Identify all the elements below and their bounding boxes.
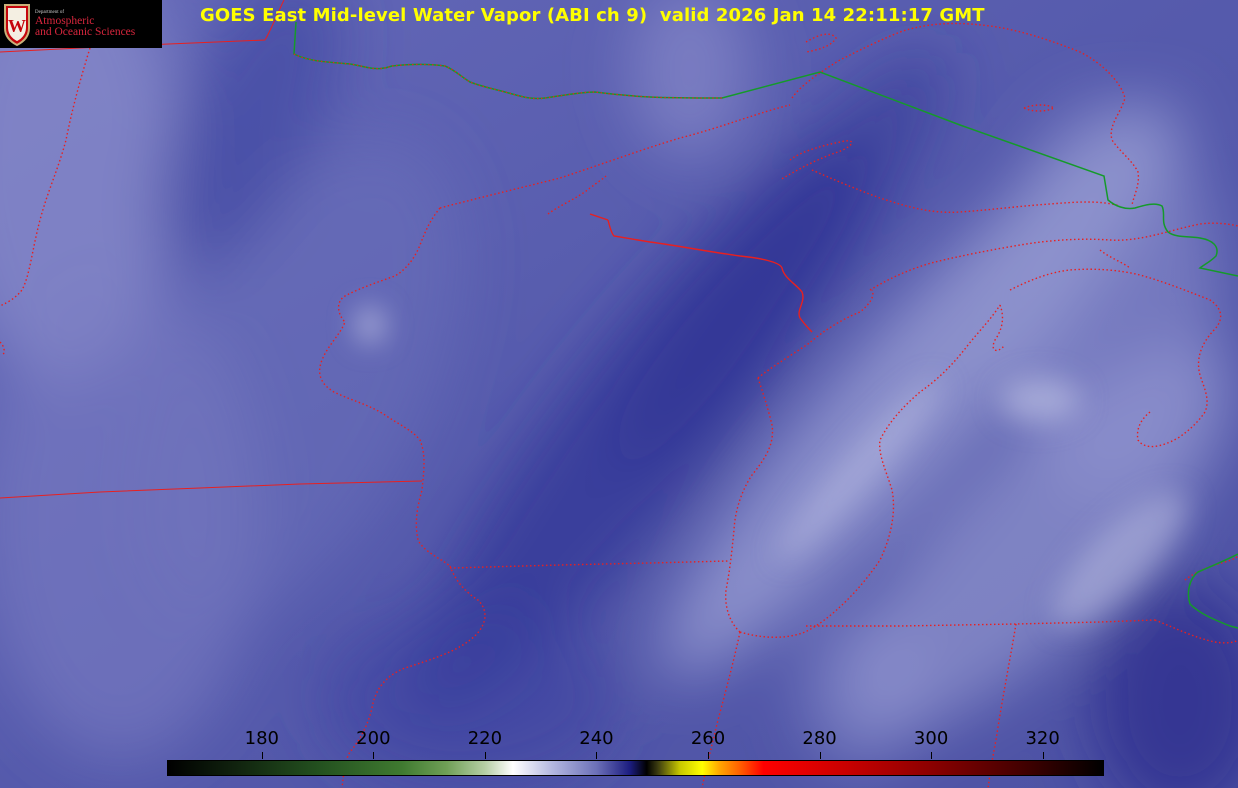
colorbar-tick-mark bbox=[484, 752, 486, 759]
uw-crest-icon: W bbox=[4, 4, 30, 46]
image-title: GOES East Mid-level Water Vapor (ABI ch … bbox=[200, 5, 985, 26]
aos-logo: W Department of Atmospheric and Oceanic … bbox=[0, 0, 162, 48]
svg-text:W: W bbox=[8, 16, 26, 36]
logo-dept: Department of bbox=[35, 9, 65, 15]
colorbar-tick-mark bbox=[1042, 752, 1044, 759]
colorbar-ticks: 180 200 220 240 260 280 300 320 bbox=[0, 728, 1238, 759]
logo-line-2: and Oceanic Sciences bbox=[35, 26, 136, 38]
colorbar-tick-mark bbox=[708, 752, 709, 759]
logo-text: Department of Atmospheric and Oceanic Sc… bbox=[35, 10, 135, 39]
colorbar-tick-mark bbox=[261, 752, 263, 759]
colorbar-tick-label: 260 bbox=[690, 728, 726, 749]
colorbar-tick-label: 300 bbox=[913, 728, 949, 749]
water-vapor-image bbox=[0, 0, 1238, 788]
colorbar-tick-mark bbox=[931, 752, 933, 759]
colorbar-tick-label: 220 bbox=[467, 728, 503, 749]
satellite-map: W Department of Atmospheric and Oceanic … bbox=[0, 0, 1238, 788]
colorbar-tick-label: 180 bbox=[244, 728, 279, 749]
colorbar bbox=[167, 760, 1104, 776]
colorbar-tick-mark bbox=[819, 752, 821, 759]
colorbar-tick-mark bbox=[373, 752, 375, 759]
colorbar-tick-label: 200 bbox=[356, 728, 391, 749]
colorbar-tick-label: 320 bbox=[1025, 728, 1060, 749]
colorbar-tick-label: 240 bbox=[579, 728, 614, 749]
colorbar-tick-label: 280 bbox=[802, 728, 837, 749]
colorbar-tick-mark bbox=[596, 752, 598, 759]
